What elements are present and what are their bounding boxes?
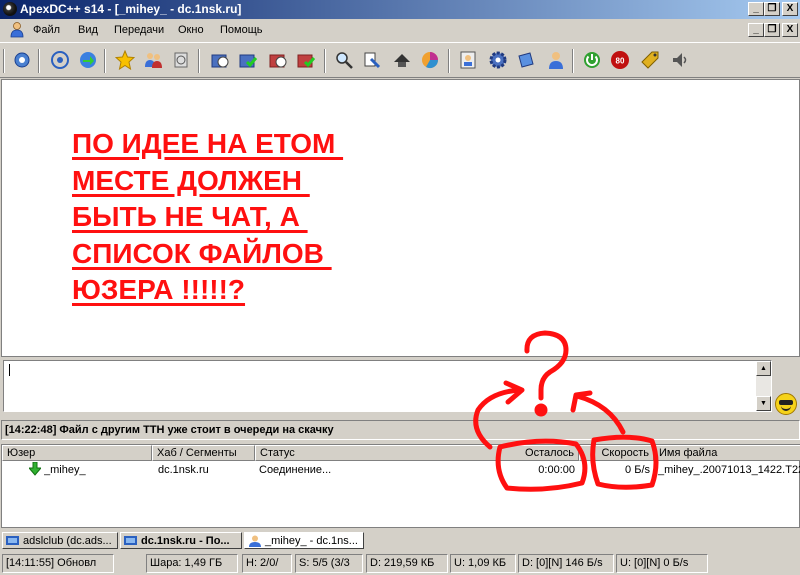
column-hub[interactable]: Хаб / Сегменты bbox=[152, 445, 255, 461]
chat-overlay-text: ПО ИДЕЕ НА ЕТОМ МЕСТЕ ДОЛЖЕН БЫТЬ НЕ ЧАТ… bbox=[72, 126, 343, 309]
toolbar-separator bbox=[104, 49, 106, 73]
status-uploaded: U: 1,09 КБ bbox=[450, 554, 516, 573]
status-message: [14:22:48] Файл с другим TTH уже стоит в… bbox=[1, 420, 800, 440]
waiting-users-icon[interactable] bbox=[268, 50, 288, 70]
row-status: Соединение... bbox=[259, 464, 332, 476]
search-icon[interactable] bbox=[334, 50, 354, 70]
scroll-up-button[interactable]: ▲ bbox=[756, 361, 771, 376]
title-bar: ApexDC++ s14 - [_mihey_ - dc.1nsk.ru] _ … bbox=[0, 0, 800, 19]
speaker-icon[interactable] bbox=[670, 50, 690, 70]
hub-icon bbox=[124, 536, 137, 545]
tab-label: dc.1nsk.ru - По... bbox=[141, 535, 230, 547]
text-caret bbox=[9, 364, 10, 376]
settings-icon[interactable] bbox=[488, 50, 508, 70]
toolbar-separator bbox=[198, 49, 200, 73]
connect-icon[interactable] bbox=[12, 50, 32, 70]
status-download-speed: D: [0][N] 146 Б/s bbox=[518, 554, 614, 573]
app-icon bbox=[3, 2, 17, 16]
transfer-list[interactable]: Юзер Хаб / Сегменты Статус Осталось Скор… bbox=[1, 444, 800, 528]
menu-file[interactable]: Файл bbox=[33, 24, 60, 36]
favorites-icon[interactable] bbox=[115, 50, 135, 70]
download-arrow-icon bbox=[29, 462, 41, 476]
toolbar-separator bbox=[448, 49, 450, 73]
private-message-icon bbox=[249, 535, 261, 547]
column-speed[interactable]: Скорость bbox=[579, 445, 654, 461]
mdi-restore-button[interactable]: ❐ bbox=[764, 23, 780, 37]
tab-adslclub[interactable]: adslclub (dc.ads... bbox=[2, 532, 118, 549]
status-upload-speed: U: [0][N] 0 Б/s bbox=[616, 554, 708, 573]
scroll-down-button[interactable]: ▼ bbox=[756, 396, 771, 411]
power-icon[interactable] bbox=[582, 50, 602, 70]
close-button[interactable]: X bbox=[782, 2, 798, 16]
tab-mihey[interactable]: _mihey_ - dc.1ns... bbox=[244, 532, 364, 549]
hub-icon bbox=[6, 536, 19, 545]
emoticon-button[interactable] bbox=[775, 393, 797, 415]
tab-dc1nsk[interactable]: dc.1nsk.ru - По... bbox=[120, 532, 242, 549]
window-tabs: adslclub (dc.ads... dc.1nsk.ru - По... _… bbox=[0, 530, 800, 550]
toolbar: 80 bbox=[0, 42, 800, 78]
window-title: ApexDC++ s14 - [_mihey_ - dc.1nsk.ru] bbox=[20, 2, 242, 16]
status-time: [14:11:55] Обновл bbox=[2, 554, 114, 573]
queue-icon[interactable] bbox=[210, 50, 230, 70]
limiter-icon[interactable]: 80 bbox=[610, 50, 630, 70]
limiter-value: 80 bbox=[616, 57, 625, 66]
chat-overlay-line: МЕСТЕ ДОЛЖЕН bbox=[72, 164, 310, 196]
message-input[interactable] bbox=[3, 360, 772, 412]
row-speed: 0 Б/s bbox=[625, 464, 650, 476]
follow-redirect-icon[interactable] bbox=[78, 50, 98, 70]
smile-icon bbox=[781, 406, 791, 411]
menu-view[interactable]: Вид bbox=[78, 24, 98, 36]
tab-label: _mihey_ - dc.1ns... bbox=[265, 535, 358, 547]
message-scrollbar[interactable]: ▲ ▼ bbox=[756, 361, 771, 411]
toolbar-grip bbox=[3, 49, 5, 73]
finished-uploads-icon[interactable] bbox=[296, 50, 316, 70]
status-bar: [14:11:55] Обновл Шара: 1,49 ГБ H: 2/0/ … bbox=[0, 552, 800, 575]
open-file-list-icon[interactable] bbox=[420, 50, 440, 70]
column-user[interactable]: Юзер bbox=[2, 445, 152, 461]
chat-overlay-line: ЮЗЕРА !!!!!? bbox=[72, 274, 246, 305]
toolbar-separator bbox=[572, 49, 574, 73]
status-share: Шара: 1,49 ГБ bbox=[146, 554, 238, 573]
chat-area[interactable]: ПО ИДЕЕ НА ЕТОМ МЕСТЕ ДОЛЖЕН БЫТЬ НЕ ЧАТ… bbox=[1, 79, 800, 357]
status-slots: S: 5/5 (3/3 bbox=[295, 554, 363, 573]
tab-label: adslclub (dc.ads... bbox=[23, 535, 112, 547]
chat-overlay-line: ПО ИДЕЕ НА ЕТОМ bbox=[72, 128, 344, 159]
user-icon[interactable] bbox=[546, 50, 566, 70]
toolbar-separator bbox=[38, 49, 40, 73]
user-icon[interactable] bbox=[10, 22, 24, 38]
search-spy-icon[interactable] bbox=[392, 50, 412, 70]
network-stats-icon[interactable] bbox=[516, 50, 536, 70]
maximize-button[interactable]: ❐ bbox=[764, 2, 780, 16]
row-user: _mihey_ bbox=[44, 464, 86, 476]
minimize-button[interactable]: _ bbox=[748, 2, 764, 16]
mdi-close-button[interactable]: X bbox=[782, 23, 798, 37]
adl-search-icon[interactable] bbox=[362, 50, 382, 70]
sunglasses-icon bbox=[779, 400, 793, 405]
status-downloaded: D: 219,59 КБ bbox=[366, 554, 448, 573]
column-filename[interactable]: Имя файла bbox=[654, 445, 800, 461]
tag-icon[interactable] bbox=[640, 50, 660, 70]
toolbar-separator bbox=[324, 49, 326, 73]
menu-help[interactable]: Помощь bbox=[220, 24, 263, 36]
menu-transfers[interactable]: Передачи bbox=[114, 24, 164, 36]
menu-window[interactable]: Окно bbox=[178, 24, 204, 36]
row-time-left: 0:00:00 bbox=[538, 464, 575, 476]
finished-downloads-icon[interactable] bbox=[238, 50, 258, 70]
mdi-minimize-button[interactable]: _ bbox=[748, 23, 764, 37]
status-hubs: H: 2/0/ bbox=[242, 554, 292, 573]
row-filename: _mihey_.20071013_1422.T22 bbox=[658, 464, 800, 476]
favorite-users-icon[interactable] bbox=[143, 50, 163, 70]
row-hub: dc.1nsk.ru bbox=[158, 464, 209, 476]
column-status[interactable]: Статус bbox=[255, 445, 499, 461]
notepad-icon[interactable] bbox=[458, 50, 478, 70]
chat-overlay-line: БЫТЬ НЕ ЧАТ, А bbox=[72, 201, 308, 232]
recent-hubs-icon[interactable] bbox=[171, 50, 191, 70]
menu-bar: Файл Вид Передачи Окно Помощь _ ❐ X bbox=[0, 19, 800, 41]
chat-overlay-line: СПИСОК ФАЙЛОВ bbox=[72, 237, 332, 269]
reconnect-icon[interactable] bbox=[50, 50, 70, 70]
column-time-left[interactable]: Осталось bbox=[499, 445, 579, 461]
